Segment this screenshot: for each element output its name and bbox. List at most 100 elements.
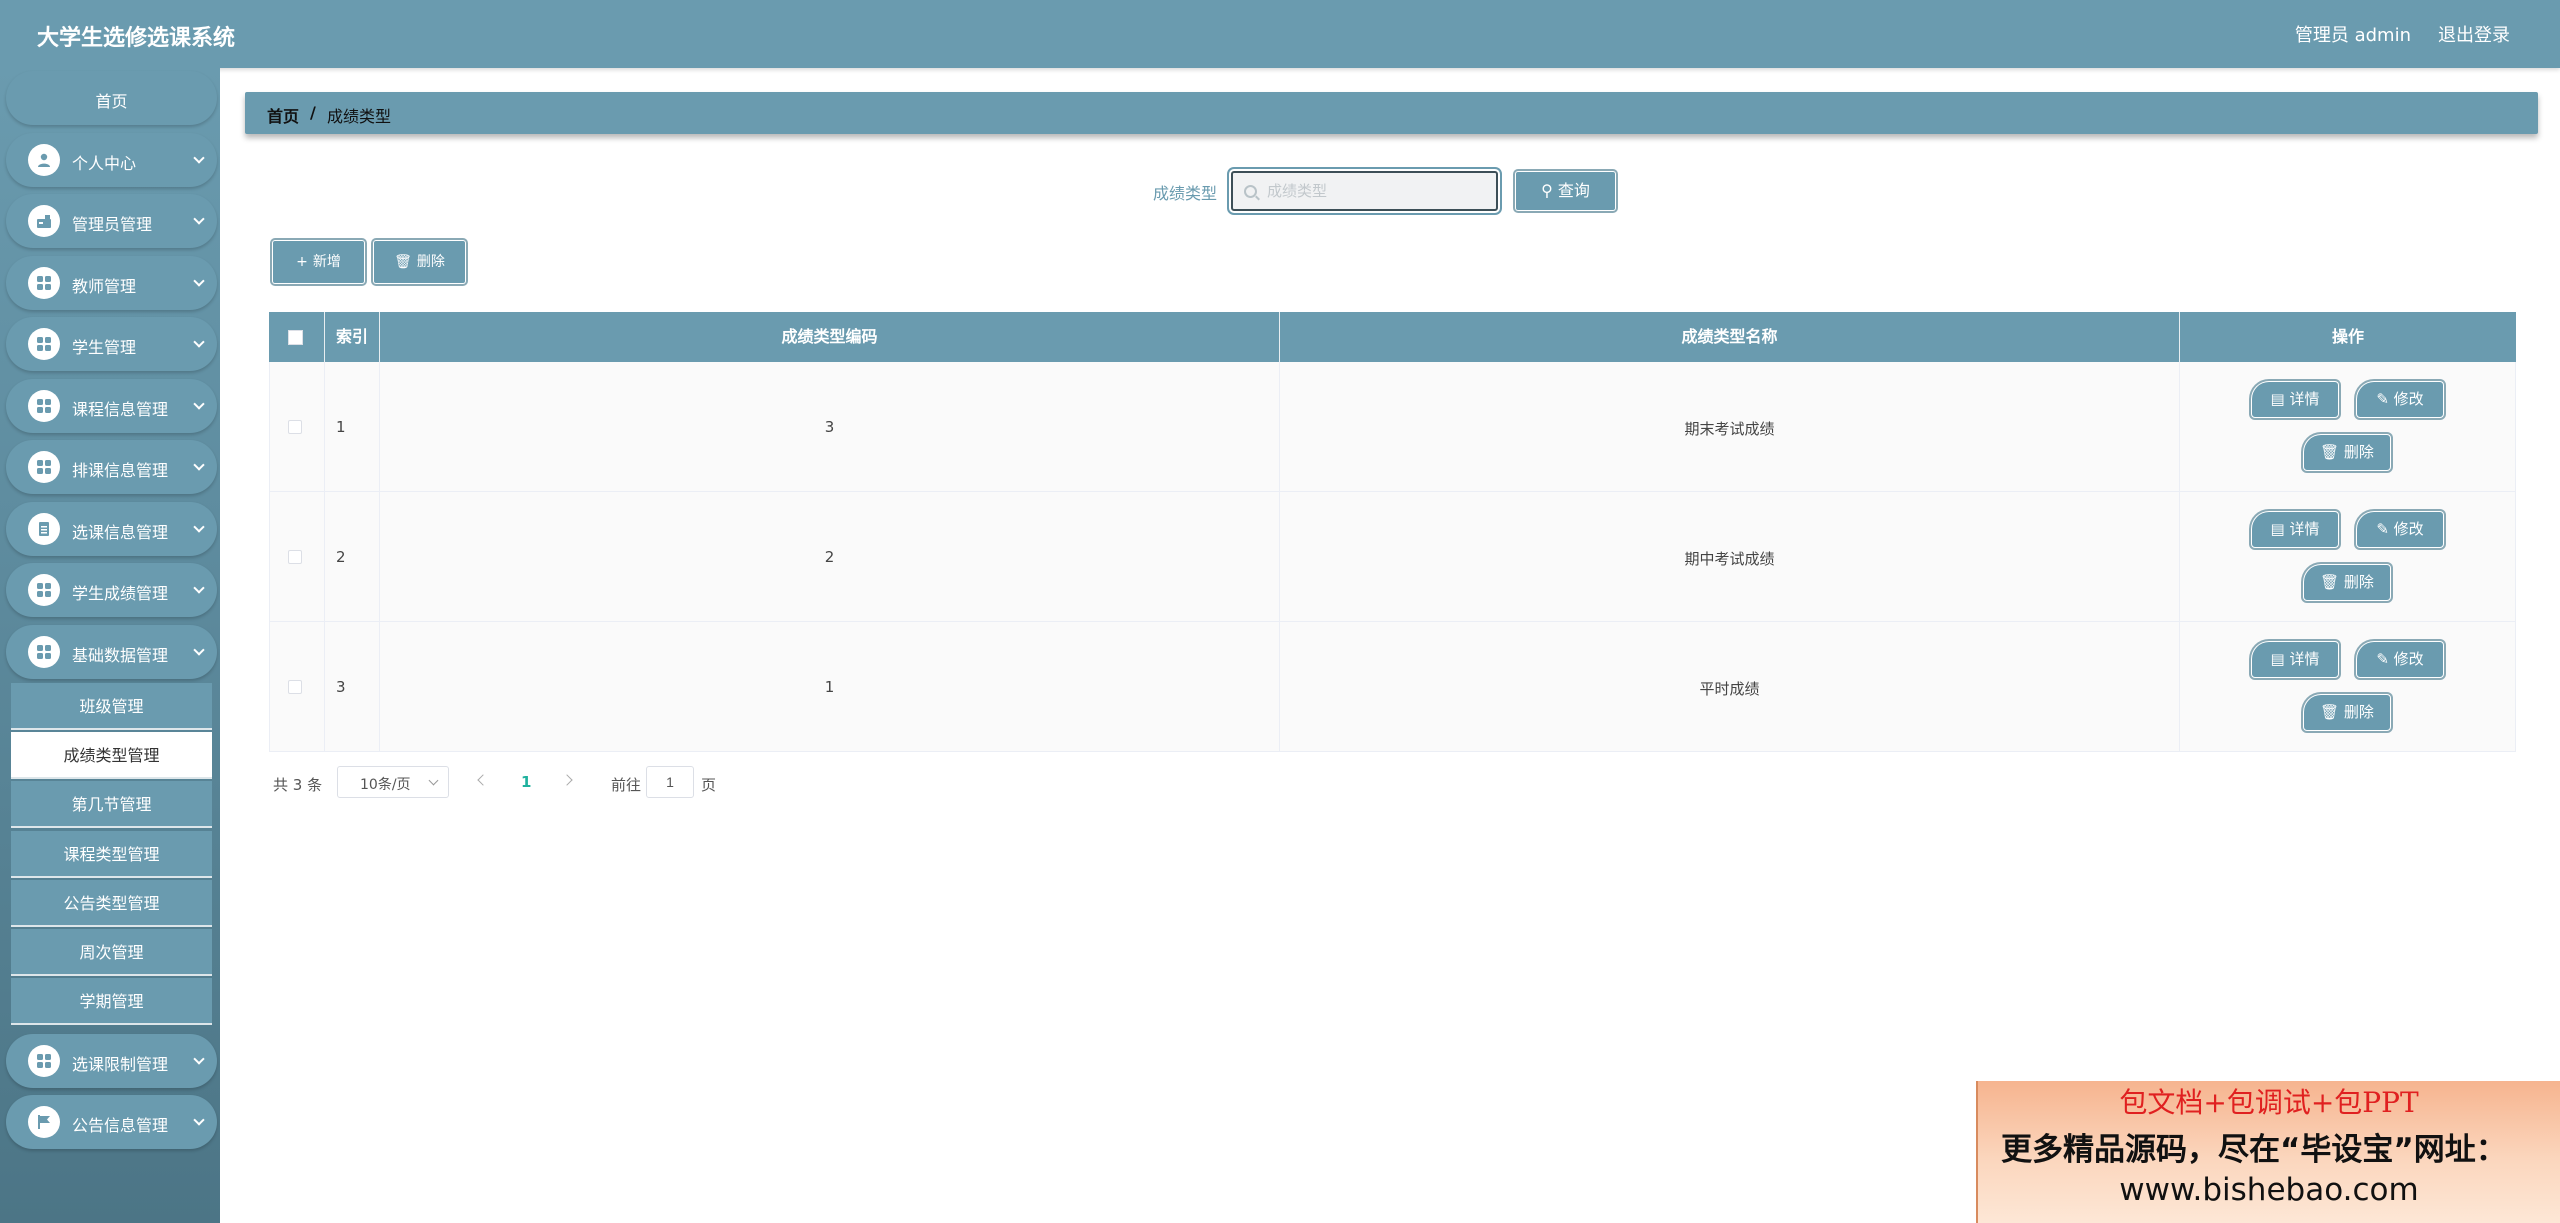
- goto-suffix: 页: [701, 776, 717, 794]
- sidebar: 首页 个人中心 管理员管理 教师管理 学生管理 课程信息管理 排课信息管理 选课…: [0, 68, 220, 1223]
- submenu-item-section[interactable]: 第几节管理: [11, 781, 212, 828]
- select-all-checkbox[interactable]: [288, 330, 303, 345]
- sidebar-item-label: 个人中心: [72, 154, 137, 173]
- sidebar-item-label: 公告信息管理: [72, 1116, 169, 1135]
- pencil-icon: ✎: [2376, 390, 2394, 408]
- sidebar-item-selection-info-management[interactable]: 选课信息管理: [6, 502, 217, 556]
- row-delete-button[interactable]: 🗑 删除: [2303, 694, 2391, 731]
- sidebar-item-student-management[interactable]: 学生管理: [6, 317, 217, 371]
- sidebar-item-label: 排课信息管理: [72, 461, 169, 480]
- submenu-item-class[interactable]: 班级管理: [11, 683, 212, 730]
- detail-button[interactable]: ▤ 详情: [2251, 381, 2339, 418]
- document-icon: ▤: [2270, 390, 2290, 408]
- table-row: 1 3 期末考试成绩 ▤ 详情 ✎ 修改 🗑 删除: [269, 362, 2516, 492]
- document-icon: ▤: [2270, 650, 2290, 668]
- plus-icon: +: [296, 254, 308, 270]
- row-name: 期中考试成绩: [1684, 550, 1775, 568]
- breadcrumb: 首页 / 成绩类型: [245, 92, 2538, 134]
- batch-delete-button[interactable]: 🗑 删除: [373, 240, 466, 284]
- watermark-line: 更多精品源码，尽在“毕设宝”网址：: [2001, 1132, 2507, 1168]
- page-size-select[interactable]: 10条/页: [337, 766, 449, 798]
- row-checkbox[interactable]: [288, 420, 302, 434]
- next-page-button[interactable]: [561, 774, 573, 786]
- sidebar-item-selection-limit-management[interactable]: 选课限制管理: [6, 1034, 217, 1088]
- row-checkbox[interactable]: [288, 680, 302, 694]
- submenu-item-notice-type[interactable]: 公告类型管理: [11, 880, 212, 927]
- query-button-label: 查询: [1557, 181, 1590, 200]
- header-code: 成绩类型编码: [380, 312, 1280, 362]
- header-select-cell: [269, 312, 325, 362]
- grid-icon: [28, 1045, 60, 1077]
- chevron-down-icon: [193, 275, 205, 287]
- add-button[interactable]: + 新增: [272, 240, 365, 284]
- search-label: 成绩类型: [1153, 184, 1218, 203]
- submenu-item-score-type[interactable]: 成绩类型管理: [11, 732, 212, 779]
- logout-link[interactable]: 退出登录: [2438, 21, 2510, 47]
- row-index: 2: [336, 548, 346, 566]
- sidebar-item-personal-center[interactable]: 个人中心: [6, 133, 217, 187]
- goto-label: 前往: [611, 776, 642, 794]
- search-input[interactable]: [1267, 179, 1487, 203]
- admin-label: 管理员 admin: [2294, 25, 2411, 46]
- goto-page-input[interactable]: [646, 766, 694, 798]
- chevron-down-icon: [193, 1114, 205, 1126]
- watermark-line: 包文档+包调试+包PPT: [2119, 1086, 2419, 1119]
- sidebar-item-basic-data-management[interactable]: 基础数据管理: [6, 625, 217, 679]
- page-size-value: 10条/页: [360, 777, 411, 793]
- sidebar-item-home[interactable]: 首页: [6, 71, 217, 125]
- edit-button[interactable]: ✎ 修改: [2356, 511, 2444, 548]
- add-button-label: 新增: [312, 254, 341, 270]
- chevron-down-icon: [193, 1053, 205, 1065]
- user-icon: [28, 144, 60, 176]
- watermark-banner: 包文档+包调试+包PPT 更多精品源码，尽在“毕设宝”网址： www.bishe…: [1976, 1081, 2560, 1223]
- sidebar-item-admin-management[interactable]: 管理员管理: [6, 194, 217, 248]
- row-code: 3: [824, 418, 835, 436]
- row-index: 1: [336, 418, 346, 436]
- header-name: 成绩类型名称: [1280, 312, 2180, 362]
- grid-icon: [28, 574, 60, 606]
- query-button[interactable]: ⚲ 查询: [1515, 171, 1616, 211]
- pagination-total: 共 3 条: [273, 776, 323, 794]
- sidebar-item-notice-info-management[interactable]: 公告信息管理: [6, 1095, 217, 1149]
- search-field[interactable]: [1231, 171, 1498, 211]
- page-number-current[interactable]: 1: [521, 773, 531, 791]
- sidebar-item-schedule-management[interactable]: 排课信息管理: [6, 440, 217, 494]
- edit-button[interactable]: ✎ 修改: [2356, 381, 2444, 418]
- row-code: 1: [824, 678, 835, 696]
- sidebar-item-student-score-management[interactable]: 学生成绩管理: [6, 563, 217, 617]
- submenu-item-semester[interactable]: 学期管理: [11, 978, 212, 1025]
- sidebar-item-teacher-management[interactable]: 教师管理: [6, 256, 217, 310]
- submenu-item-course-type[interactable]: 课程类型管理: [11, 831, 212, 878]
- row-checkbox[interactable]: [288, 550, 302, 564]
- trash-icon: 🗑: [394, 254, 412, 270]
- row-name: 期末考试成绩: [1684, 420, 1775, 438]
- chevron-down-icon: [193, 336, 205, 348]
- submenu-item-week[interactable]: 周次管理: [11, 929, 212, 976]
- prev-page-button[interactable]: [477, 774, 489, 786]
- sidebar-item-label: 首页: [95, 92, 128, 111]
- header-actions: 操作: [2331, 327, 2364, 346]
- header-index: 索引: [325, 312, 380, 362]
- detail-button[interactable]: ▤ 详情: [2251, 511, 2339, 548]
- table-header: 索引 成绩类型编码 成绩类型名称 操作: [269, 312, 2516, 362]
- sidebar-item-course-info-management[interactable]: 课程信息管理: [6, 379, 217, 433]
- search-icon: ⚲: [1541, 181, 1553, 200]
- sidebar-item-label: 教师管理: [72, 277, 137, 296]
- chevron-down-icon: [428, 775, 439, 786]
- sidebar-item-label: 学生成绩管理: [72, 584, 169, 603]
- admin-icon: [28, 205, 60, 237]
- breadcrumb-separator: /: [310, 103, 316, 122]
- chevron-down-icon: [193, 398, 205, 410]
- row-delete-button[interactable]: 🗑 删除: [2303, 564, 2391, 601]
- trash-icon: 🗑: [2320, 573, 2344, 591]
- search-icon: [1244, 185, 1257, 198]
- detail-button[interactable]: ▤ 详情: [2251, 641, 2339, 678]
- breadcrumb-home-link[interactable]: 首页: [267, 103, 299, 127]
- row-delete-button[interactable]: 🗑 删除: [2303, 434, 2391, 471]
- grid-icon: [28, 390, 60, 422]
- table-row: 3 1 平时成绩 ▤ 详情 ✎ 修改 🗑 删除: [269, 622, 2516, 752]
- edit-button[interactable]: ✎ 修改: [2356, 641, 2444, 678]
- sidebar-item-label: 管理员管理: [72, 215, 153, 234]
- watermark-url: www.bishebao.com: [2119, 1172, 2419, 1208]
- chevron-down-icon: [193, 644, 205, 656]
